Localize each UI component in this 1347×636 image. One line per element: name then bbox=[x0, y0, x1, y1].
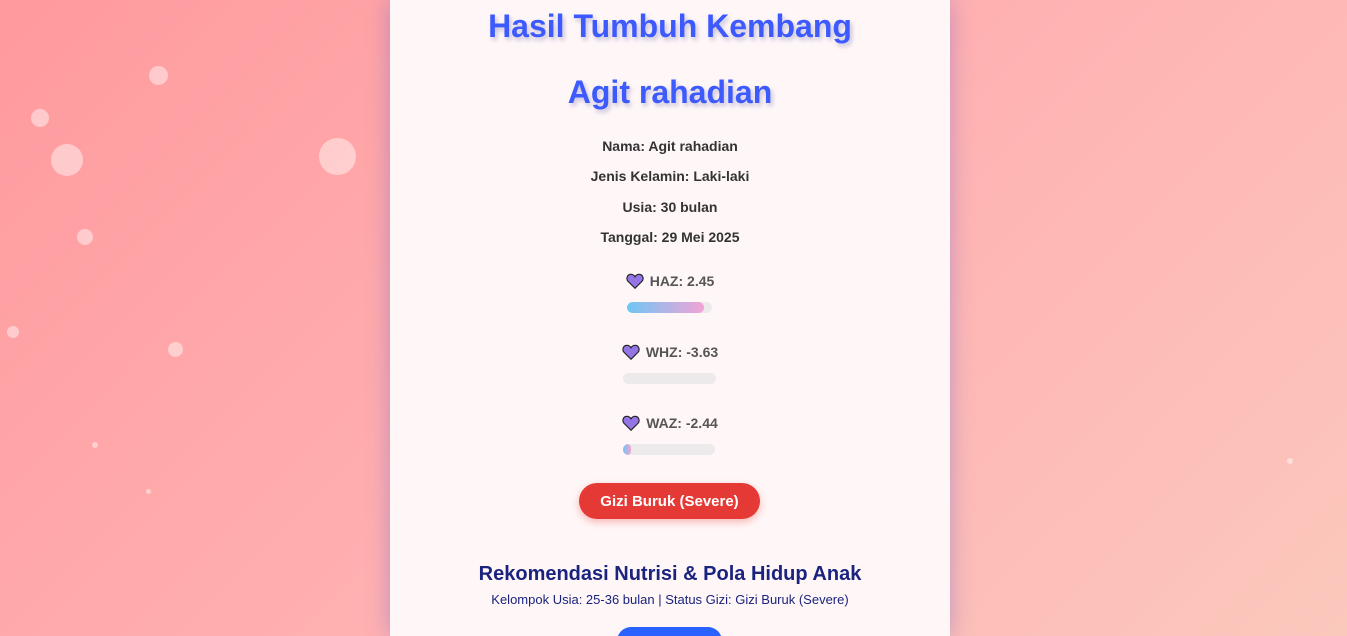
result-card: Hasil Tumbuh Kembang Agit rahadian Nama:… bbox=[390, 0, 950, 636]
haz-progress-fill bbox=[627, 302, 704, 313]
decor-bubble bbox=[319, 138, 356, 175]
metric-waz: WAZ: -2.44 bbox=[390, 415, 950, 431]
nutrition-status-badge[interactable]: Gizi Buruk (Severe) bbox=[579, 483, 760, 519]
decor-bubble bbox=[51, 144, 83, 176]
decor-bubble bbox=[149, 66, 168, 85]
heart-icon bbox=[622, 344, 640, 360]
metric-whz: WHZ: -3.63 bbox=[390, 344, 950, 360]
decor-bubble bbox=[1287, 458, 1293, 464]
waz-progress-fill bbox=[623, 444, 632, 455]
whz-progress-bar bbox=[623, 373, 716, 384]
info-jenis-kelamin: Jenis Kelamin: Laki-laki bbox=[590, 168, 750, 184]
info-tanggal: Tanggal: 29 Mei 2025 bbox=[600, 229, 740, 245]
recommendation-title: Rekomendasi Nutrisi & Pola Hidup Anak bbox=[478, 563, 862, 585]
child-name-heading: Agit rahadian bbox=[567, 74, 773, 110]
decor-bubble bbox=[92, 442, 98, 448]
haz-progress-bar bbox=[627, 302, 712, 313]
decor-bubble bbox=[77, 229, 93, 245]
decor-bubble bbox=[7, 326, 19, 338]
metric-waz-label: WAZ: -2.44 bbox=[646, 415, 718, 431]
action-button[interactable] bbox=[617, 627, 722, 636]
page-title: Hasil Tumbuh Kembang bbox=[488, 8, 852, 44]
waz-progress-bar bbox=[623, 444, 715, 455]
info-nama: Nama: Agit rahadian bbox=[602, 138, 738, 154]
metric-haz: HAZ: 2.45 bbox=[390, 273, 950, 289]
metric-whz-label: WHZ: -3.63 bbox=[645, 344, 719, 360]
info-usia: Usia: 30 bulan bbox=[622, 199, 718, 215]
decor-bubble bbox=[168, 342, 183, 357]
heart-icon bbox=[622, 415, 640, 431]
recommendation-subtitle: Kelompok Usia: 25-36 bulan | Status Gizi… bbox=[491, 592, 849, 607]
metric-haz-label: HAZ: 2.45 bbox=[649, 273, 715, 289]
decor-bubble bbox=[31, 109, 49, 127]
heart-icon bbox=[626, 273, 644, 289]
decor-bubble bbox=[146, 489, 151, 494]
